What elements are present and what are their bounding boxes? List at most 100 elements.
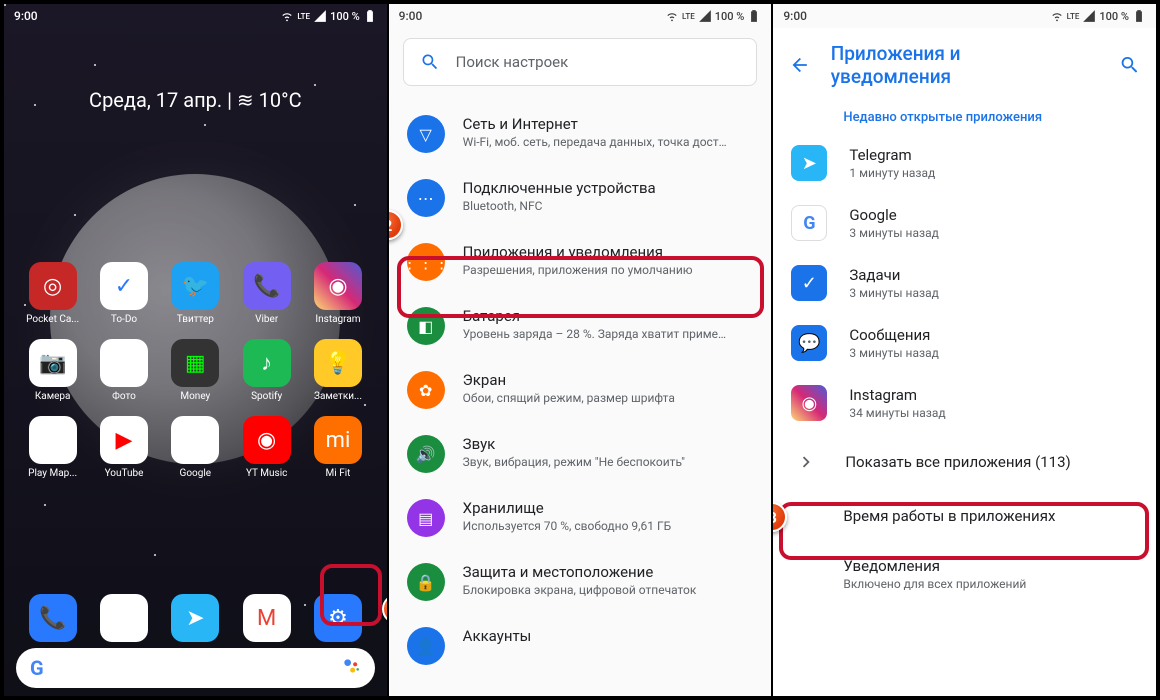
settings-item-5[interactable]: 🔊 Звук Звук, вибрация, режим "Не беспокоит… [389, 422, 772, 486]
app-label: Viber [255, 314, 278, 325]
settings-item-title: Подключенные устройства [463, 179, 656, 197]
back-icon[interactable] [789, 54, 810, 76]
recent-app-icon: ✓ [791, 265, 827, 301]
app-label: Play Мар... [28, 468, 77, 479]
app-icon: 📞 [29, 594, 77, 642]
app-фото[interactable]: ✦ Фото [91, 339, 156, 402]
status-icons: LTE 100 % [665, 9, 761, 23]
app-label: YouTube [105, 468, 144, 479]
app-telegram[interactable]: ➤ [163, 594, 228, 642]
settings-item-title: Аккаунты [463, 627, 532, 645]
app-icon: ✓ [100, 262, 148, 310]
app-label: To-Do [111, 314, 137, 325]
recent-app-sub: 3 минуты назад [849, 286, 939, 300]
settings-item-7[interactable]: 🔒 Защита и местоположение Блокировка экран… [389, 550, 772, 614]
callout-box-1 [320, 564, 382, 626]
recent-app-1[interactable]: G Google 3 минуты назад [773, 193, 1156, 253]
app-play-мар-[interactable]: ▶ Play Мар... [20, 416, 85, 479]
settings-item-icon: ▽ [407, 115, 445, 153]
recent-app-title: Сообщения [849, 326, 939, 344]
app-icon: ▶ [100, 416, 148, 464]
settings-item-title: Защита и местоположение [463, 563, 697, 581]
settings-item-title: Звук [463, 435, 685, 453]
app-viber[interactable]: 📞Viber [234, 262, 299, 325]
app-icon: ▶ [29, 416, 77, 464]
settings-item-title: Экран [463, 371, 675, 389]
app-заметки-[interactable]: 💡 Заметки... [305, 339, 370, 402]
settings-item-sub: Уровень заряда – 28 %. Заряда хватит при… [463, 327, 726, 341]
app-камера[interactable]: 📷 Камера [20, 339, 85, 402]
app-icon: 💡 [314, 339, 362, 387]
app-твиттер[interactable]: 🐦 Твиттер [163, 262, 228, 325]
settings-list: ▽ Сеть и Интернет Wi-Fi, моб. сеть, переда… [389, 94, 772, 686]
app-instagram[interactable]: ◉Instagram [305, 262, 370, 325]
app-label: Твиттер [177, 314, 214, 325]
assistant-icon[interactable] [341, 656, 361, 680]
recent-app-0[interactable]: ➤Telegram1 минуту назад [773, 133, 1156, 193]
settings-search[interactable]: Поиск настроек [403, 38, 758, 86]
settings-item-sub: Звук, вибрация, режим "Не беспокоить" [463, 455, 685, 469]
app-label: Заметки... [314, 391, 362, 402]
settings-item-icon: 👤 [407, 627, 445, 665]
recent-app-icon: G [791, 205, 827, 241]
settings-item-0[interactable]: ▽ Сеть и Интернет Wi-Fi, моб. сеть, переда… [389, 102, 772, 166]
settings-item-4[interactable]: ✿ЭкранОбои, спящий режим, размер шрифта [389, 358, 772, 422]
app-spotify[interactable]: ♪ Spotify [234, 339, 299, 402]
status-time: 9:00 [783, 9, 807, 23]
app-icon: ◉ [100, 594, 148, 642]
settings-item-6[interactable]: ▤ХранилищеИспользуется 70 %, свободно 9,… [389, 486, 772, 550]
app-icon: M [243, 594, 291, 642]
app-to-do[interactable]: ✓ To-Do [91, 262, 156, 325]
search-icon [420, 52, 440, 72]
show-all-apps[interactable]: Показать все приложения (113) [773, 433, 1156, 491]
recent-app-4[interactable]: ◉Instagram34 минуты назад [773, 373, 1156, 433]
settings-item-sub: Блокировка экрана, цифровой отпечаток [463, 583, 697, 597]
app-gmail[interactable]: M [234, 594, 299, 642]
app-label: Spotify [251, 391, 282, 402]
battery-icon [747, 9, 761, 23]
app-pocket-ca-[interactable]: ◎Pocket Ca... [20, 262, 85, 325]
settings-item-title: Хранилище [463, 499, 672, 517]
recent-apps-label: Недавно открытые приложения [773, 102, 1156, 133]
app-mi-fit[interactable]: miMi Fit [305, 416, 370, 479]
settings-item-icon: 🔊 [407, 435, 445, 473]
app-youtube[interactable]: ▶ YouTube [91, 416, 156, 479]
app-yt-music[interactable]: ◉YT Music [234, 416, 299, 479]
recent-app-sub: 1 минуту назад [849, 166, 935, 180]
home-screen: 9:00 LTE 100 % Среда, 17 апр. | ≋ 10°C ◎… [4, 4, 387, 696]
app-label: Фото [112, 391, 136, 402]
date-weather-widget[interactable]: Среда, 17 апр. | ≋ 10°C [4, 28, 387, 112]
app-icon: ✦ [100, 339, 148, 387]
settings-item-1[interactable]: ⋯Подключенные устройстваBluetooth, NFC [389, 166, 772, 230]
app-chrome[interactable]: ◉ [91, 594, 156, 642]
recent-app-title: Google [849, 206, 939, 224]
google-search-bar[interactable]: G [16, 648, 375, 688]
app-icon: ♪ [243, 339, 291, 387]
app-label: Камера [35, 391, 71, 402]
recent-app-sub: 3 минуты назад [849, 226, 939, 240]
app-money[interactable]: ▦Money [163, 339, 228, 402]
apps-notifications-screen: 9:00 LTE 100 % Приложения и уведомления … [771, 4, 1156, 696]
app-icon: 🐦 [171, 262, 219, 310]
recent-app-3[interactable]: 💬Сообщения3 минуты назад [773, 313, 1156, 373]
status-icons: LTE 100 % [1050, 9, 1146, 23]
settings-screen: 9:00 LTE 100 % Поиск настроек ▽ Сеть и Ин… [387, 4, 772, 696]
settings-item-title: Сеть и Интернет [463, 115, 727, 133]
recent-app-2[interactable]: ✓Задачи3 минуты назад [773, 253, 1156, 313]
app-phone[interactable]: 📞 [20, 594, 85, 642]
settings-item-sub: Wi-Fi, моб. сеть, передача данных, точка… [463, 135, 727, 149]
app-google[interactable]: GGoogle [163, 416, 228, 479]
screen-title: Приложения и уведомления [831, 42, 1079, 88]
settings-item-8[interactable]: 👤 Аккаунты [389, 614, 772, 678]
app-icon: 📷 [29, 339, 77, 387]
search-icon[interactable] [1119, 54, 1140, 76]
app-icon: ➤ [171, 594, 219, 642]
app-label: Google [180, 468, 212, 479]
wifi-icon [1050, 9, 1064, 23]
settings-item-sub: Используется 70 %, свободно 9,61 ГБ [463, 519, 672, 533]
chevron-right-icon [795, 451, 817, 473]
settings-item-icon: 🔒 [407, 563, 445, 601]
settings-item-sub: Bluetooth, NFC [463, 199, 656, 213]
recent-app-sub: 34 минуты назад [849, 406, 945, 420]
status-bar: 9:00 LTE 100 % [389, 4, 772, 28]
